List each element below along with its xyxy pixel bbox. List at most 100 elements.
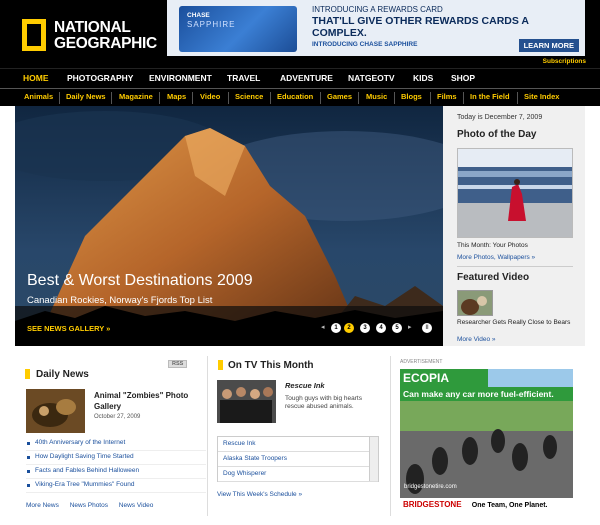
page-1-button[interactable]: 1 (331, 323, 341, 333)
subnav-films[interactable]: Films (437, 92, 457, 101)
ad-line3: INTRODUCING CHASE SAPPHIRE (312, 41, 418, 48)
list-item[interactable]: 40th Anniversary of the Internet (26, 437, 206, 451)
see-gallery-link[interactable]: SEE NEWS GALLERY » (27, 324, 110, 333)
page-2-button[interactable]: 2 (344, 323, 354, 333)
natgeo-logo[interactable]: NATIONAL GEOGRAPHIC (22, 17, 162, 57)
subscriptions-link[interactable]: Subscriptions (543, 58, 586, 65)
daily-news-feature-title[interactable]: Animal "Zombies" Photo Gallery (94, 390, 199, 412)
logo-line2: GEOGRAPHIC (54, 35, 157, 52)
nav-travel[interactable]: TRAVEL (227, 73, 260, 83)
subnav-site-index[interactable]: Site Index (524, 92, 559, 101)
subnav-in-the-field[interactable]: In the Field (470, 92, 510, 101)
featured-video-caption[interactable]: Researcher Gets Really Close to Bears (457, 319, 572, 327)
photo-of-the-day-image[interactable] (457, 148, 573, 238)
logo-line1: NATIONAL (54, 19, 131, 36)
divider (228, 92, 229, 104)
ad-tagline: Can make any car more fuel-efficient. (400, 387, 573, 401)
header: NATIONAL GEOGRAPHIC CHASE SAPPHIRE INTRO… (0, 0, 600, 68)
list-item[interactable]: Viking-Era Tree "Mummies" Found (26, 479, 206, 493)
subnav-animals[interactable]: Animals (24, 92, 53, 101)
credit-card-image: CHASE SAPPHIRE (179, 6, 297, 52)
divider (320, 92, 321, 104)
ad-line2: THAT'LL GIVE OTHER REWARDS CARDS A COMPL… (312, 15, 529, 39)
scrollbar[interactable] (369, 437, 378, 481)
more-photos-link[interactable]: More Photos, Wallpapers » (457, 254, 535, 261)
page-4-button[interactable]: 4 (376, 323, 386, 333)
learn-more-button[interactable]: LEARN MORE (518, 39, 579, 52)
photo-of-the-day-heading[interactable]: Photo of the Day (457, 129, 536, 140)
view-schedule-link[interactable]: View This Week's Schedule » (217, 491, 302, 498)
featured-video-heading[interactable]: Featured Video (457, 272, 529, 283)
bridgestone-brand: BRIDGESTONE One Team, One Planet. (400, 498, 573, 512)
list-item[interactable]: Rescue Ink (218, 437, 378, 452)
divider (207, 356, 208, 516)
page-3-button[interactable]: 3 (360, 323, 370, 333)
rss-icon[interactable]: RSS (168, 360, 188, 368)
yellow-border-icon (22, 19, 46, 51)
rescue-ink-thumbnail[interactable] (217, 380, 276, 423)
divider (457, 266, 573, 267)
daily-news-feature-date: October 27, 2009 (94, 414, 141, 420)
subnav-video[interactable]: Video (200, 92, 220, 101)
list-item[interactable]: Alaska State Troopers (218, 452, 378, 467)
daily-news-thumbnail[interactable] (26, 389, 85, 433)
subnav-education[interactable]: Education (277, 92, 313, 101)
nav-environment[interactable]: ENVIRONMENT (149, 73, 212, 83)
hero-subtitle: Canadian Rockies, Norway's Fjords Top Li… (27, 295, 213, 306)
divider (463, 92, 464, 104)
featured-video-thumbnail[interactable] (457, 290, 493, 316)
page-5-button[interactable]: 5 (392, 323, 402, 333)
mountain-photo (15, 106, 443, 346)
divider (270, 92, 271, 104)
advertisement-label: ADVERTISEMENT (400, 359, 443, 365)
news-photos-link[interactable]: News Photos (70, 502, 108, 509)
prev-arrow-icon[interactable]: ◂ (321, 323, 325, 331)
card-brand: CHASE (187, 12, 210, 19)
nav-shop[interactable]: SHOP (451, 73, 475, 83)
news-video-link[interactable]: News Video (119, 502, 154, 509)
sidebar: Today is December 7, 2009 Photo of the D… (443, 106, 585, 346)
pause-icon[interactable]: II (422, 323, 432, 333)
divider (394, 92, 395, 104)
list-item[interactable]: Facts and Fables Behind Halloween (26, 465, 206, 479)
main-nav: HOME PHOTOGRAPHY ENVIRONMENT TRAVEL ADVE… (0, 68, 600, 150)
list-item[interactable]: Dog Whisperer (218, 467, 378, 482)
tv-show-description: Tough guys with big hearts rescue abused… (285, 395, 362, 410)
chase-banner-ad[interactable]: CHASE SAPPHIRE INTRODUCING A REWARDS CAR… (167, 0, 585, 56)
subnav-science[interactable]: Science (235, 92, 263, 101)
divider (517, 92, 518, 104)
subnav-music[interactable]: Music (366, 92, 387, 101)
divider (390, 356, 391, 516)
nav-adventure[interactable]: ADVENTURE (280, 73, 333, 83)
nav-home[interactable]: HOME (23, 73, 49, 83)
subnav-blogs[interactable]: Blogs (401, 92, 422, 101)
divider (192, 92, 193, 104)
divider (59, 92, 60, 104)
hero-title[interactable]: Best & Worst Destinations 2009 (27, 272, 253, 290)
section-accent (218, 360, 223, 370)
divider (430, 92, 431, 104)
bridgestone-ad[interactable]: ECOPIA Can make any car more fuel-effici… (400, 369, 573, 512)
subnav-magazine[interactable]: Magazine (119, 92, 153, 101)
ad-line1: INTRODUCING A REWARDS CARD (312, 5, 443, 14)
card-name: SAPPHIRE (187, 20, 236, 29)
on-tv-heading[interactable]: On TV This Month (228, 360, 314, 371)
daily-news-heading[interactable]: Daily News (36, 369, 89, 380)
tv-show-list: Rescue Ink Alaska State Troopers Dog Whi… (217, 436, 379, 482)
subnav-games[interactable]: Games (327, 92, 352, 101)
brand-name: BRIDGESTONE (403, 500, 462, 509)
tv-show-title[interactable]: Rescue Ink (285, 381, 325, 390)
hero-slideshow[interactable]: Best & Worst Destinations 2009 Canadian … (15, 106, 443, 346)
more-video-link[interactable]: More Video » (457, 336, 496, 343)
list-item[interactable]: How Daylight Saving Time Started (26, 451, 206, 465)
nav-kids[interactable]: KIDS (413, 73, 433, 83)
subnav-daily-news[interactable]: Daily News (66, 92, 106, 101)
subnav-maps[interactable]: Maps (167, 92, 186, 101)
sub-nav: Animals Daily News Magazine Maps Video S… (0, 88, 600, 106)
nav-natgeotv[interactable]: NATGEOTV (348, 73, 395, 83)
nav-photography[interactable]: PHOTOGRAPHY (67, 73, 133, 83)
next-arrow-icon[interactable]: ▸ (408, 323, 412, 331)
more-news-link[interactable]: More News (26, 502, 59, 509)
ad-site: bridgestonetire.com (404, 484, 457, 490)
daily-news-links: More News News Photos News Video (26, 502, 162, 509)
